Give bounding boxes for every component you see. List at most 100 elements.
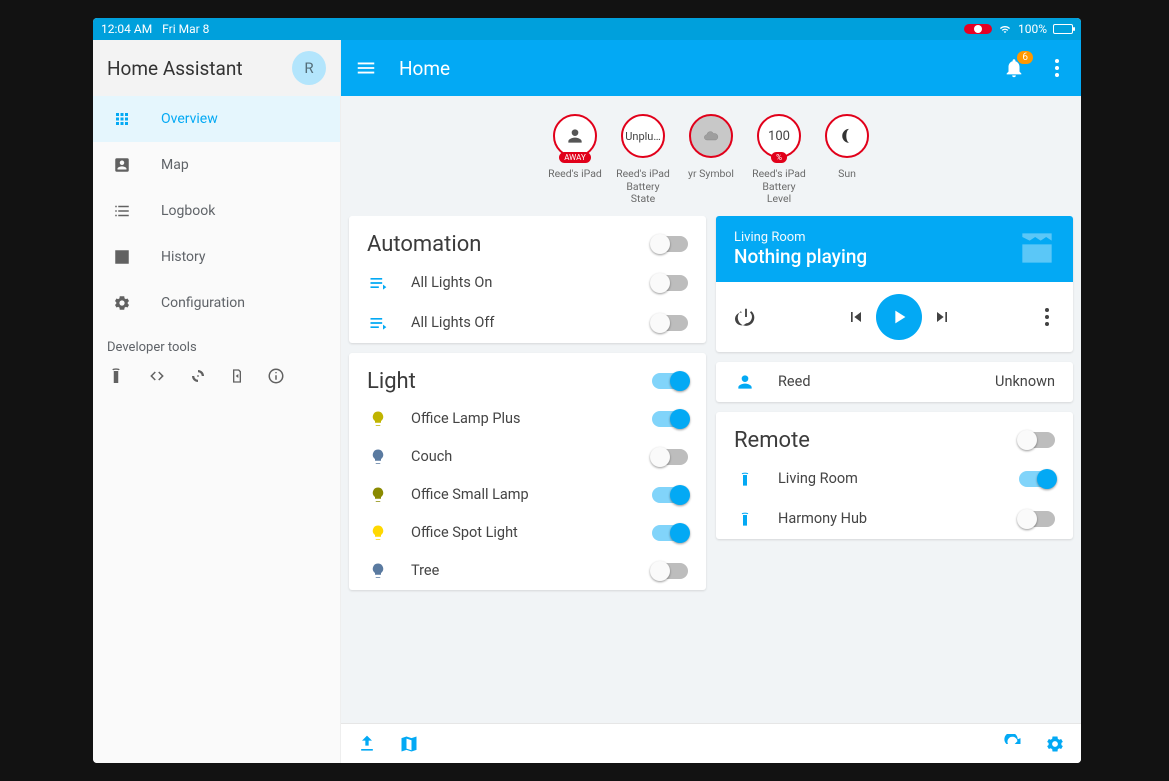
developer-tools-label: Developer tools bbox=[93, 326, 340, 363]
grid-icon bbox=[111, 110, 133, 128]
chart-icon bbox=[111, 248, 133, 266]
sidebar-item-overview[interactable]: Overview bbox=[93, 96, 340, 142]
person-card: Reed Unknown bbox=[716, 362, 1073, 402]
skip-next-icon[interactable] bbox=[930, 307, 954, 327]
row-label: Harmony Hub bbox=[778, 510, 997, 527]
automation-icon bbox=[367, 313, 389, 333]
sidebar-item-logbook[interactable]: Logbook bbox=[93, 188, 340, 234]
light-row[interactable]: Office Spot Light bbox=[349, 514, 706, 552]
light-switch[interactable] bbox=[652, 525, 688, 541]
light-switch[interactable] bbox=[652, 487, 688, 503]
dev-mqtt-icon[interactable] bbox=[189, 367, 207, 387]
sidebar-item-map[interactable]: Map bbox=[93, 142, 340, 188]
badge-text: 100 bbox=[768, 129, 790, 144]
bulb-icon bbox=[367, 448, 389, 466]
remote-row[interactable]: Living Room bbox=[716, 459, 1073, 499]
light-row[interactable]: Tree bbox=[349, 552, 706, 590]
app-bar: Home 6 bbox=[341, 40, 1081, 96]
light-row[interactable]: Couch bbox=[349, 438, 706, 476]
card-title: Remote bbox=[734, 428, 1019, 453]
remote-row[interactable]: Harmony Hub bbox=[716, 499, 1073, 539]
media-title: Nothing playing bbox=[734, 245, 1055, 268]
badge-battery-state[interactable]: Unplu… Reed's iPad Battery State bbox=[616, 114, 670, 206]
skip-previous-icon[interactable] bbox=[844, 307, 868, 327]
automation-card: Automation All Lights On All Lights Off bbox=[349, 216, 706, 343]
dev-services-icon[interactable] bbox=[229, 367, 245, 387]
automation-switch[interactable] bbox=[652, 315, 688, 331]
row-label: Couch bbox=[411, 448, 630, 465]
power-icon[interactable] bbox=[734, 306, 758, 328]
light-row[interactable]: Office Small Lamp bbox=[349, 476, 706, 514]
badge-battery-level[interactable]: 100 % Reed's iPad Battery Level bbox=[752, 114, 806, 206]
light-card: Light Office Lamp Plus Couch Office Smal… bbox=[349, 353, 706, 590]
sidebar-item-configuration[interactable]: Configuration bbox=[93, 280, 340, 326]
appbar-title: Home bbox=[399, 57, 450, 80]
sidebar-item-label: History bbox=[161, 249, 206, 265]
automation-switch[interactable] bbox=[652, 275, 688, 291]
badge-sun[interactable]: Sun bbox=[820, 114, 874, 206]
badge-text: Unplu… bbox=[625, 130, 660, 143]
sidebar: Home Assistant R Overview Map Logbook bbox=[93, 40, 341, 763]
remote-switch[interactable] bbox=[1019, 511, 1055, 527]
list-icon bbox=[111, 202, 133, 220]
bulb-icon bbox=[367, 562, 389, 580]
media-header[interactable]: Living Room Nothing playing bbox=[716, 216, 1073, 282]
notification-count: 6 bbox=[1017, 51, 1033, 64]
play-button[interactable] bbox=[876, 294, 922, 340]
person-icon bbox=[734, 372, 756, 392]
upload-icon[interactable] bbox=[357, 734, 377, 754]
main-area: Home 6 AWAY Reed's iPad Unplu… bbox=[341, 40, 1081, 763]
sidebar-item-label: Configuration bbox=[161, 295, 245, 311]
row-label: Office Lamp Plus bbox=[411, 410, 630, 427]
remote-icon bbox=[734, 469, 756, 489]
badge-reeds-ipad[interactable]: AWAY Reed's iPad bbox=[548, 114, 602, 206]
row-state: Unknown bbox=[995, 373, 1055, 390]
dev-remote-icon[interactable] bbox=[107, 367, 125, 387]
badge-sub: AWAY bbox=[559, 152, 591, 163]
wifi-icon bbox=[998, 24, 1012, 35]
dev-info-icon[interactable] bbox=[267, 367, 285, 387]
menu-icon[interactable] bbox=[355, 57, 377, 79]
card-title: Light bbox=[367, 369, 652, 394]
row-label: Office Spot Light bbox=[411, 524, 630, 541]
refresh-icon[interactable] bbox=[1003, 734, 1023, 754]
row-label: Tree bbox=[411, 562, 630, 579]
user-avatar[interactable]: R bbox=[292, 51, 326, 85]
badge-yr-symbol[interactable]: yr Symbol bbox=[684, 114, 738, 206]
appbar-overflow-menu[interactable] bbox=[1055, 66, 1059, 70]
badge-label: Reed's iPad bbox=[548, 168, 602, 181]
automation-row[interactable]: All Lights Off bbox=[349, 303, 706, 343]
row-label: All Lights Off bbox=[411, 314, 630, 331]
light-master-switch[interactable] bbox=[652, 373, 688, 389]
person-row[interactable]: Reed Unknown bbox=[716, 362, 1073, 402]
light-switch[interactable] bbox=[652, 563, 688, 579]
row-label: Living Room bbox=[778, 470, 997, 487]
settings-icon[interactable] bbox=[1045, 734, 1065, 754]
status-date: Fri Mar 8 bbox=[162, 22, 209, 36]
sidebar-item-label: Overview bbox=[161, 111, 218, 127]
remote-master-switch[interactable] bbox=[1019, 432, 1055, 448]
dev-template-icon[interactable] bbox=[147, 367, 167, 387]
remote-switch[interactable] bbox=[1019, 471, 1055, 487]
media-card: Living Room Nothing playing bbox=[716, 216, 1073, 352]
light-switch[interactable] bbox=[652, 411, 688, 427]
badge-row: AWAY Reed's iPad Unplu… Reed's iPad Batt… bbox=[341, 96, 1081, 216]
sidebar-header: Home Assistant R bbox=[93, 40, 340, 96]
media-overflow-menu[interactable] bbox=[1045, 315, 1049, 319]
remote-icon bbox=[734, 509, 756, 529]
recording-indicator bbox=[964, 24, 992, 34]
row-label: Office Small Lamp bbox=[411, 486, 630, 503]
light-switch[interactable] bbox=[652, 449, 688, 465]
map-icon[interactable] bbox=[399, 734, 419, 754]
light-row[interactable]: Office Lamp Plus bbox=[349, 400, 706, 438]
row-label: Reed bbox=[778, 373, 973, 390]
notifications-button[interactable]: 6 bbox=[1003, 57, 1025, 79]
bottom-toolbar bbox=[341, 723, 1081, 763]
bulb-icon bbox=[367, 524, 389, 542]
sidebar-item-history[interactable]: History bbox=[93, 234, 340, 280]
media-room: Living Room bbox=[734, 230, 1055, 245]
gear-icon bbox=[111, 294, 133, 312]
account-box-icon bbox=[111, 156, 133, 174]
automation-master-switch[interactable] bbox=[652, 236, 688, 252]
automation-row[interactable]: All Lights On bbox=[349, 263, 706, 303]
